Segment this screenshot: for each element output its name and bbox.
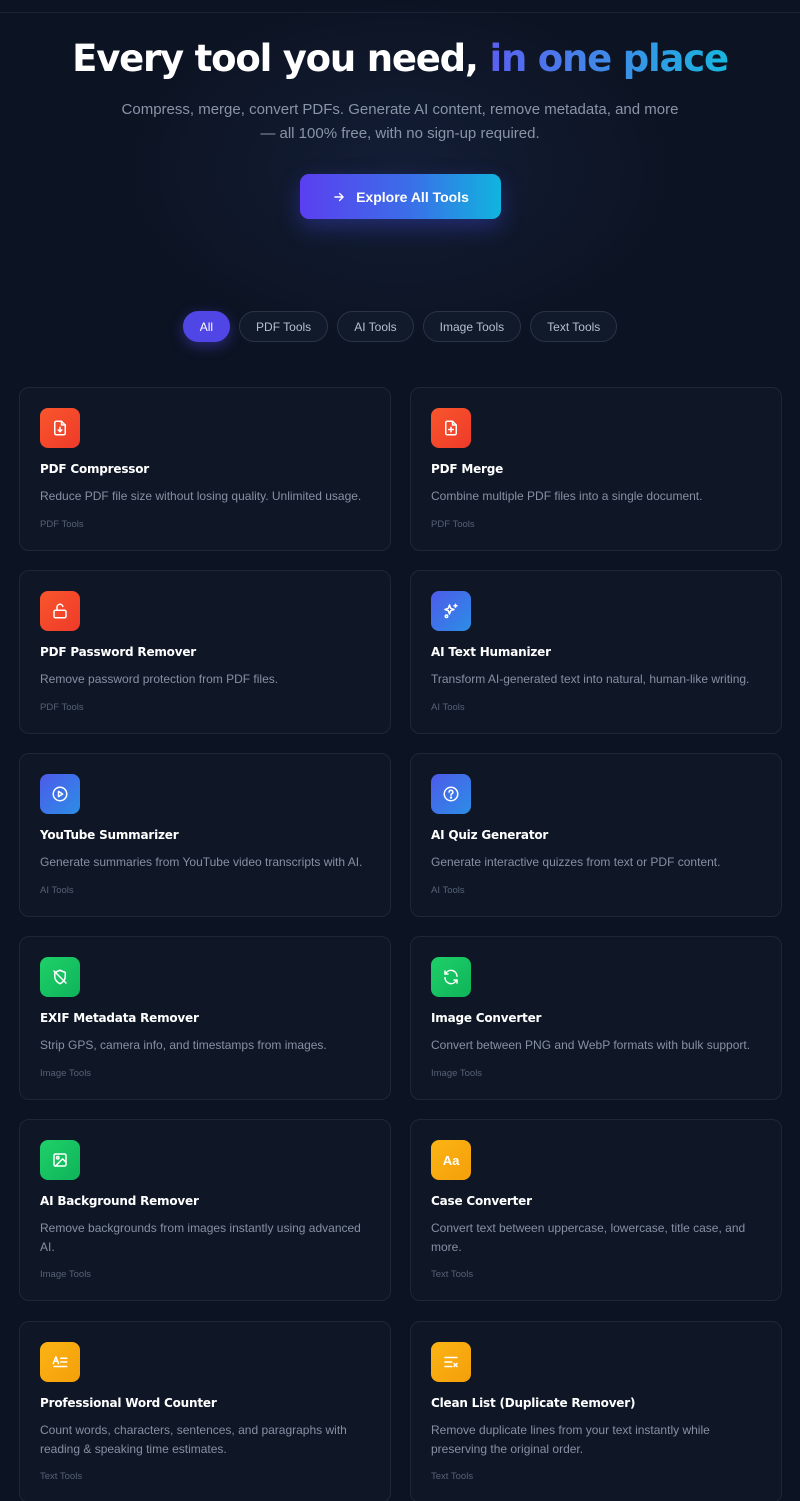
tool-description: Count words, characters, sentences, and …	[40, 1423, 347, 1456]
tool-title: PDF Merge	[431, 462, 504, 476]
tool-category: AI Tools	[40, 885, 74, 896]
tool-icon-tile	[40, 774, 80, 814]
shield-off-icon	[53, 969, 67, 985]
list-remove-icon	[444, 1356, 458, 1368]
tool-icon-tile	[431, 591, 471, 631]
tool-category: Image Tools	[431, 1068, 483, 1079]
tool-icon-tile	[431, 1342, 471, 1382]
tool-card-professional-word-counter[interactable]: Professional Word Counter Count words, c…	[19, 1321, 391, 1501]
text-count-icon	[52, 1356, 68, 1368]
tool-description: Combine multiple PDF files into a single…	[431, 489, 703, 503]
tool-description: Remove backgrounds from images instantly…	[40, 1221, 361, 1254]
tool-title: PDF Password Remover	[40, 645, 197, 659]
tool-title: Case Converter	[431, 1194, 532, 1208]
tool-description: Generate summaries from YouTube video tr…	[40, 855, 363, 869]
tool-category: Text Tools	[431, 1471, 474, 1482]
hero-subtitle: Compress, merge, convert PDFs. Generate …	[121, 101, 679, 142]
tool-card-pdf-compressor[interactable]: PDF Compressor Reduce PDF file size with…	[19, 387, 391, 551]
unlock-icon	[53, 603, 67, 619]
tab-text-tools[interactable]: Text Tools	[530, 311, 618, 342]
tab-image-tools[interactable]: Image Tools	[422, 311, 522, 342]
tool-icon-tile	[40, 408, 80, 448]
tool-description: Generate interactive quizzes from text o…	[431, 855, 721, 869]
tool-icon-tile	[431, 408, 471, 448]
question-circle-icon	[443, 786, 459, 802]
tool-title: Image Converter	[431, 1011, 542, 1025]
tool-card-ai-text-humanizer[interactable]: AI Text Humanizer Transform AI-generated…	[410, 570, 782, 734]
tool-category: AI Tools	[431, 702, 465, 713]
top-divider	[0, 12, 800, 13]
tab-pdf-tools[interactable]: PDF Tools	[239, 311, 329, 342]
tool-card-ai-quiz-generator[interactable]: AI Quiz Generator Generate interactive q…	[410, 753, 782, 917]
refresh-icon	[444, 969, 458, 985]
tool-description: Remove duplicate lines from your text in…	[431, 1423, 710, 1456]
play-circle-icon	[52, 786, 68, 802]
file-plus-icon	[445, 420, 457, 436]
hero-title-accent: in one place	[489, 37, 729, 80]
tool-card-youtube-summarizer[interactable]: YouTube Summarizer Generate summaries fr…	[19, 753, 391, 917]
sparkles-icon	[444, 603, 458, 619]
tool-category: Text Tools	[40, 1471, 83, 1482]
tool-card-ai-background-remover[interactable]: AI Background Remover Remove backgrounds…	[19, 1119, 391, 1301]
tool-description: Reduce PDF file size without losing qual…	[40, 489, 362, 503]
tool-title: Clean List (Duplicate Remover)	[431, 1396, 636, 1410]
tool-description: Transform AI-generated text into natural…	[431, 672, 750, 686]
text-case-icon: Aa	[442, 1152, 460, 1168]
tool-icon-tile	[40, 1140, 80, 1180]
tool-title: PDF Compressor	[40, 462, 149, 476]
tool-title: Professional Word Counter	[40, 1396, 217, 1410]
tool-card-clean-list[interactable]: Clean List (Duplicate Remover) Remove du…	[410, 1321, 782, 1501]
tool-category: Image Tools	[40, 1068, 92, 1079]
tool-icon-tile	[431, 774, 471, 814]
file-download-icon	[54, 420, 66, 436]
tool-title: EXIF Metadata Remover	[40, 1011, 199, 1025]
tool-icon-tile	[431, 957, 471, 997]
tool-icon-tile	[40, 1342, 80, 1382]
tool-card-case-converter[interactable]: Aa Case Converter Convert text between u…	[410, 1119, 782, 1301]
explore-all-tools-button[interactable]: Explore All Tools	[300, 174, 501, 219]
tool-icon-tile	[40, 591, 80, 631]
tab-ai-tools[interactable]: AI Tools	[337, 311, 414, 342]
tool-title: AI Text Humanizer	[431, 645, 551, 659]
tool-title: YouTube Summarizer	[40, 828, 179, 842]
tool-card-exif-metadata-remover[interactable]: EXIF Metadata Remover Strip GPS, camera …	[19, 936, 391, 1100]
tool-category: AI Tools	[431, 885, 465, 896]
tool-title: AI Background Remover	[40, 1194, 199, 1208]
image-icon	[53, 1153, 67, 1167]
tool-title: AI Quiz Generator	[431, 828, 549, 842]
tool-category: PDF Tools	[431, 519, 475, 530]
tool-icon-tile: Aa	[431, 1140, 471, 1180]
arrow-right-icon	[334, 192, 344, 201]
tool-category: PDF Tools	[40, 702, 84, 713]
tool-card-pdf-merge[interactable]: PDF Merge Combine multiple PDF files int…	[410, 387, 782, 551]
hero-title-main: Every tool you need,	[72, 37, 490, 80]
tool-description: Convert between PNG and WebP formats wit…	[431, 1038, 751, 1052]
page: Every tool you need, in one place Compre…	[0, 0, 800, 1501]
tool-category: PDF Tools	[40, 519, 84, 530]
tool-card-image-converter[interactable]: Image Converter Convert between PNG and …	[410, 936, 782, 1100]
tool-card-pdf-password-remover[interactable]: PDF Password Remover Remove password pro…	[19, 570, 391, 734]
hero-title: Every tool you need, in one place	[0, 36, 800, 82]
tool-icon-tile	[40, 957, 80, 997]
tool-category: Image Tools	[40, 1269, 92, 1280]
explore-all-tools-label: Explore All Tools	[356, 188, 469, 205]
category-filter-tabs: All PDF Tools AI Tools Image Tools Text …	[0, 311, 800, 342]
tool-description: Convert text between uppercase, lowercas…	[431, 1221, 746, 1254]
tool-description: Remove password protection from PDF file…	[40, 672, 279, 686]
tool-category: Text Tools	[431, 1269, 474, 1280]
tool-description: Strip GPS, camera info, and timestamps f…	[40, 1038, 327, 1052]
tab-all[interactable]: All	[182, 311, 231, 342]
